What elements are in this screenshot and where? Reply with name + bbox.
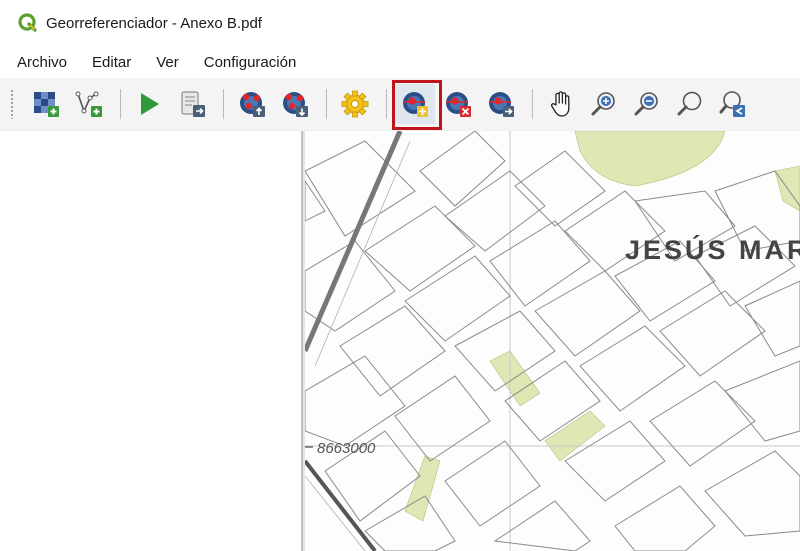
start-georeferencing-button[interactable] — [129, 84, 169, 124]
georeferencer-window: Georreferenciador - Anexo B.pdf Archivo … — [0, 0, 800, 551]
add-vector-icon — [75, 91, 102, 117]
menu-bar: Archivo Editar Ver Configuración — [0, 46, 800, 78]
zoom-last-button[interactable] — [713, 84, 753, 124]
generate-gdal-script-button[interactable] — [172, 84, 212, 124]
move-point-button[interactable] — [481, 84, 521, 124]
zoom-in-button[interactable] — [584, 84, 624, 124]
menu-configuracion[interactable]: Configuración — [201, 52, 300, 73]
georeferencer-toolbar — [0, 78, 800, 130]
menu-editar[interactable]: Editar — [89, 52, 134, 73]
toolbar-separator — [532, 89, 533, 119]
zoom-to-layer-button[interactable] — [670, 84, 710, 124]
window-title: Georreferenciador - Anexo B.pdf — [46, 14, 262, 32]
play-icon — [141, 93, 159, 115]
toolbar-grip[interactable] — [10, 89, 14, 119]
load-gcp-points-button[interactable] — [232, 84, 272, 124]
gcp-table-panel[interactable] — [0, 131, 302, 551]
qgis-logo-icon — [18, 13, 37, 32]
zoom-in-icon — [591, 92, 615, 116]
zoom-out-icon — [634, 92, 658, 116]
script-icon — [181, 91, 205, 117]
gear-icon — [341, 90, 369, 118]
toolbar-separator — [386, 89, 387, 119]
toolbar-separator — [120, 89, 121, 119]
save-gcp-icon — [283, 92, 308, 117]
add-point-button[interactable] — [395, 84, 435, 124]
toolbar-separator — [326, 89, 327, 119]
transformation-settings-button[interactable] — [335, 84, 375, 124]
raster-map-canvas[interactable]: JESÚS MAR 8663000 — [305, 131, 800, 551]
hand-icon — [551, 91, 570, 117]
district-label: JESÚS MAR — [625, 234, 800, 265]
add-raster-icon — [34, 92, 59, 117]
add-raster-button[interactable] — [26, 84, 66, 124]
zoom-out-button[interactable] — [627, 84, 667, 124]
move-point-icon — [489, 92, 514, 117]
add-point-icon — [403, 92, 428, 117]
add-vector-button[interactable] — [69, 84, 109, 124]
title-bar: Georreferenciador - Anexo B.pdf — [0, 0, 800, 46]
pan-button[interactable] — [541, 84, 581, 124]
coordinate-label: 8663000 — [317, 440, 376, 457]
zoom-last-icon — [719, 91, 745, 117]
delete-point-button[interactable] — [438, 84, 478, 124]
toolbar-separator — [223, 89, 224, 119]
delete-point-icon — [446, 92, 471, 117]
load-gcp-icon — [240, 92, 265, 117]
map-raster: JESÚS MAR 8663000 — [305, 131, 800, 551]
save-gcp-points-button[interactable] — [275, 84, 315, 124]
menu-ver[interactable]: Ver — [153, 52, 182, 73]
menu-archivo[interactable]: Archivo — [14, 52, 70, 73]
zoom-layer-icon — [677, 91, 702, 116]
